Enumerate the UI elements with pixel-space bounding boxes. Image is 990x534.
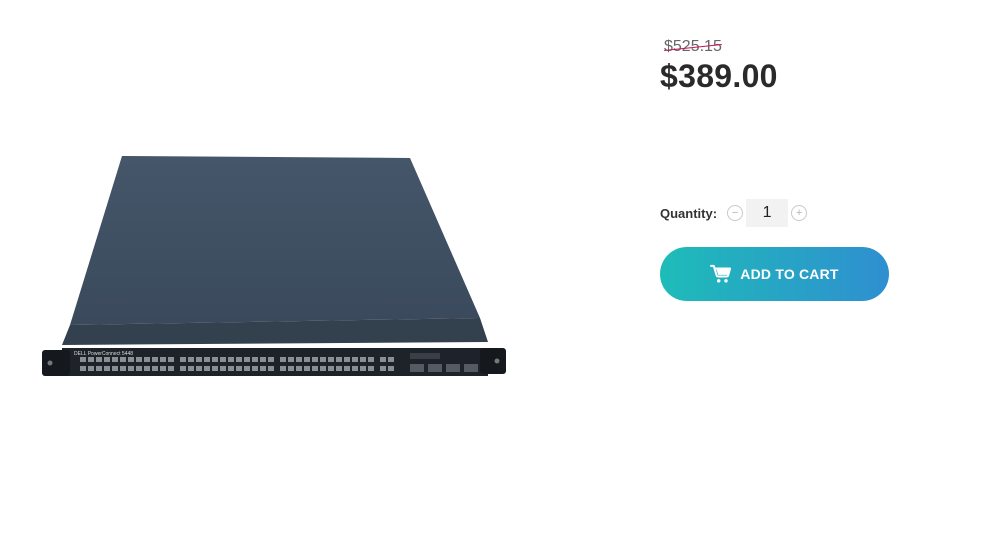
quantity-input[interactable] — [746, 199, 789, 227]
quantity-selector: Quantity: − + — [660, 199, 808, 227]
switch-front-label: DELL PowerConnect 5448 — [74, 351, 133, 357]
increment-button[interactable]: + — [791, 205, 808, 221]
add-to-cart-label: ADD TO CART — [740, 266, 839, 282]
product-image: DELL PowerConnect 5448 — [40, 150, 510, 390]
quantity-label: Quantity: — [660, 205, 718, 221]
decrement-button[interactable]: − — [727, 205, 744, 221]
old-price: $525.15 — [664, 38, 722, 56]
current-price: $389.00 — [660, 58, 778, 94]
add-to-cart-button[interactable]: ADD TO CART — [660, 247, 889, 301]
shopping-cart-icon — [710, 264, 732, 284]
